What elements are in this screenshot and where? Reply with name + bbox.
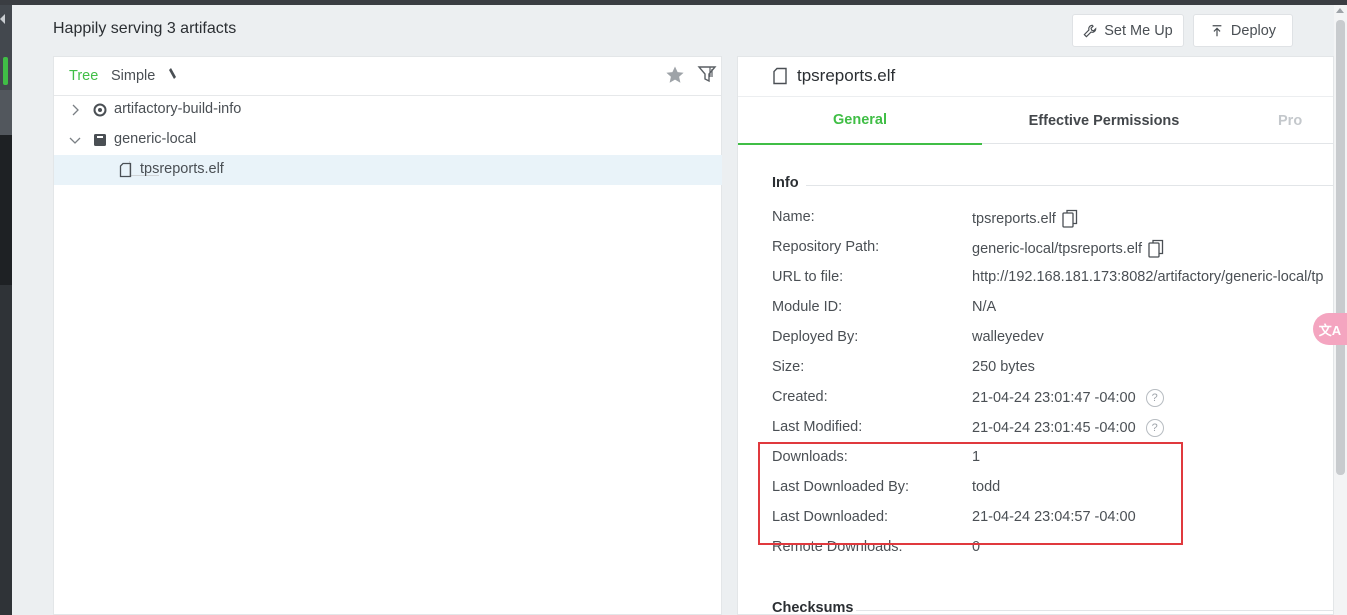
tab-simple[interactable]: Simple (111, 68, 155, 84)
info-key: Repository Path: (772, 239, 880, 255)
tab-effective-permissions[interactable]: Effective Permissions (982, 97, 1226, 145)
translate-icon[interactable]: 文A (1313, 313, 1347, 345)
section-divider (806, 185, 1333, 186)
info-value: 21-04-24 23:01:45 -04:00 ? (972, 419, 1164, 437)
info-value: N/A (972, 299, 997, 315)
tree-item-tpsreports[interactable]: tpsreports.elf (54, 155, 722, 185)
info-row-size: Size: 250 bytes (772, 359, 1333, 389)
tree-panel: Tree Simple artifactory-build-info gener… (53, 56, 722, 615)
copy-icon[interactable] (1062, 209, 1079, 229)
highlight-annotation-box (758, 442, 1183, 545)
tree-item-label: artifactory-build-info (114, 101, 242, 117)
file-icon (773, 67, 787, 85)
tree-view-tabs: Tree Simple (54, 57, 721, 96)
tree-item-label: generic-local (114, 131, 197, 147)
file-url-link[interactable]: http://192.168.181.173:8082/artifactory/… (972, 269, 1323, 285)
left-nav-rail[interactable] (0, 5, 12, 615)
set-me-up-button[interactable]: Set Me Up (1072, 14, 1184, 47)
info-value-text: generic-local/tpsreports.elf (972, 241, 1143, 257)
info-row-repository-path: Repository Path: generic-local/tpsreport… (772, 239, 1333, 269)
deploy-label: Deploy (1230, 22, 1277, 39)
build-info-icon (93, 103, 107, 117)
help-icon[interactable]: ? (1145, 419, 1164, 437)
info-row-created: Created: 21-04-24 23:01:47 -04:00 ? (772, 389, 1333, 419)
detail-tabs: General Effective Permissions Pro (738, 96, 1333, 145)
info-value-text: tpsreports.elf (972, 211, 1056, 227)
tab-general[interactable]: General (738, 97, 982, 145)
tree-item-generic-local[interactable]: generic-local (54, 125, 722, 155)
file-icon (119, 162, 132, 178)
info-key: Deployed By: (772, 329, 859, 345)
filter-icon[interactable] (697, 64, 717, 84)
artifact-name: tpsreports.elf (797, 66, 896, 85)
collapse-arrow-icon[interactable] (0, 14, 5, 24)
info-key: Last Modified: (772, 419, 863, 435)
tree-item-artifactory-build-info[interactable]: artifactory-build-info (54, 95, 722, 125)
pen-icon (169, 68, 176, 82)
info-key: Module ID: (772, 299, 843, 315)
left-rail-segment (0, 90, 12, 135)
chevron-right-icon[interactable] (69, 104, 81, 116)
tab-tree[interactable]: Tree (69, 68, 98, 84)
info-value: tpsreports.elf (972, 209, 1079, 229)
section-divider (856, 610, 1333, 611)
wrench-icon (1083, 24, 1097, 37)
top-strip (0, 0, 1347, 5)
artifact-title: tpsreports.elf (772, 66, 895, 86)
info-key: Size: (772, 359, 805, 375)
tree-item-label: tpsreports.elf (140, 161, 224, 177)
repository-icon (94, 134, 106, 146)
info-row-name: Name: tpsreports.elf (772, 209, 1333, 239)
scrollbar-thumb[interactable] (1336, 20, 1345, 475)
set-me-up-label: Set Me Up (1104, 22, 1173, 39)
help-icon[interactable]: ? (1145, 389, 1164, 407)
info-key: URL to file: (772, 269, 844, 285)
info-value-text: 21-04-24 23:01:45 -04:00 (972, 420, 1136, 436)
info-key: Created: (772, 389, 828, 405)
copy-icon[interactable] (1148, 239, 1165, 259)
info-key: Name: (772, 209, 815, 225)
left-rail-segment (0, 135, 12, 285)
info-value: generic-local/tpsreports.elf (972, 239, 1165, 259)
active-indicator (3, 57, 8, 85)
checksums-section-title: Checksums (772, 600, 854, 615)
page-title: Happily serving 3 artifacts (53, 20, 237, 37)
chevron-down-icon[interactable] (69, 134, 81, 146)
upload-icon (1212, 24, 1222, 36)
favorites-star-icon[interactable] (665, 65, 685, 85)
deploy-button[interactable]: Deploy (1193, 14, 1293, 47)
info-row-url: URL to file: http://192.168.181.173:8082… (772, 269, 1333, 299)
tab-properties[interactable]: Pro (1278, 97, 1333, 145)
info-section-title: Info (772, 175, 799, 191)
info-value-text: 21-04-24 23:01:47 -04:00 (972, 390, 1136, 406)
info-row-module-id: Module ID: N/A (772, 299, 1333, 329)
info-row-deployed-by: Deployed By: walleyedev (772, 329, 1333, 359)
info-value: 21-04-24 23:01:47 -04:00 ? (972, 389, 1164, 407)
info-value: walleyedev (972, 329, 1044, 345)
info-value: 250 bytes (972, 359, 1035, 375)
scroll-up-arrow-icon[interactable] (1336, 8, 1344, 13)
